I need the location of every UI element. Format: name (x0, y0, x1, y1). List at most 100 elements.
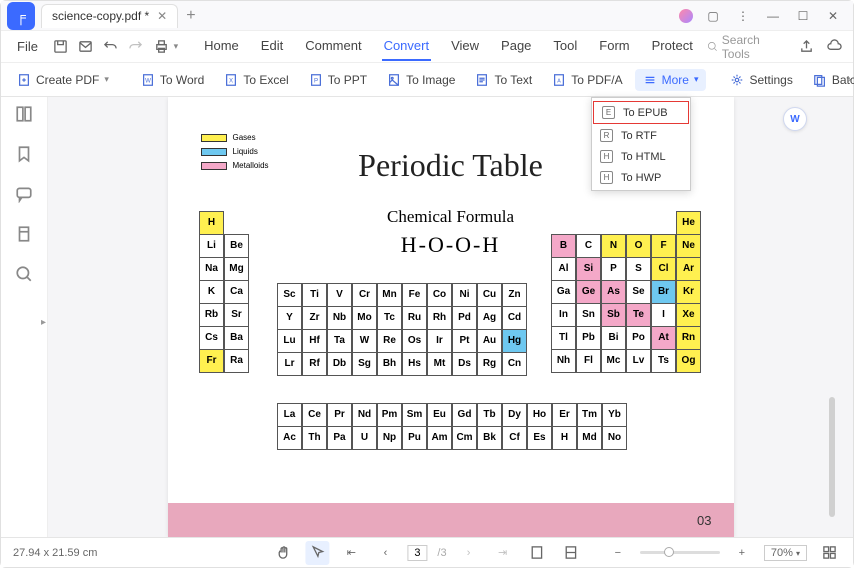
to-html-item[interactable]: HTo HTML (592, 146, 690, 167)
element-Md: Md (577, 426, 602, 450)
element-Nh: Nh (551, 349, 576, 373)
element-Ta: Ta (327, 329, 352, 353)
fit-width-icon[interactable] (559, 541, 583, 565)
hand-tool-icon[interactable] (271, 541, 295, 565)
first-page-icon[interactable]: ⇤ (339, 541, 363, 565)
menu-tab-view[interactable]: View (449, 32, 481, 61)
fit-page-icon[interactable] (525, 541, 549, 565)
zoom-value[interactable]: 70% ▾ (764, 545, 807, 561)
to-excel-button[interactable]: XTo Excel (216, 69, 296, 91)
select-tool-icon[interactable] (305, 541, 329, 565)
menu-tab-page[interactable]: Page (499, 32, 533, 61)
element-Be: Be (224, 234, 249, 258)
menu-tab-form[interactable]: Form (597, 32, 631, 61)
element-Ga: Ga (551, 280, 576, 304)
element-Si: Si (576, 257, 601, 281)
save-icon[interactable] (50, 35, 71, 59)
menu-tabs: Home Edit Comment Convert View Page Tool Form Pr… (202, 32, 695, 61)
page-input[interactable] (407, 545, 427, 561)
create-pdf-button[interactable]: Create PDF▾ (9, 69, 117, 91)
print-dropdown-icon[interactable]: ▾ (174, 41, 179, 52)
element-O: O (626, 234, 651, 258)
element-Pm: Pm (377, 403, 402, 427)
to-ppt-button[interactable]: PTo PPT (301, 69, 375, 91)
menu-tab-home[interactable]: Home (202, 32, 241, 61)
to-pdfa-button[interactable]: ATo PDF/A (544, 69, 630, 91)
element-Y: Y (277, 306, 302, 330)
element-Hs: Hs (402, 352, 427, 376)
settings-button[interactable]: Settings (722, 69, 800, 91)
notification-icon[interactable]: ▢ (699, 5, 727, 27)
element-Bh: Bh (377, 352, 402, 376)
element-F: F (651, 234, 676, 258)
bookmarks-icon[interactable] (15, 145, 33, 163)
element-Na: Na (199, 257, 224, 281)
element-B: B (551, 234, 576, 258)
new-tab-button[interactable]: + (186, 7, 195, 25)
to-word-button[interactable]: WTo Word (133, 69, 212, 91)
to-image-button[interactable]: To Image (379, 69, 463, 91)
element-I: I (651, 303, 676, 327)
more-button[interactable]: More▾ (635, 69, 707, 91)
comments-icon[interactable] (15, 185, 33, 203)
batch-convert-button[interactable]: Batch Conve (805, 69, 854, 91)
ai-icon[interactable] (679, 9, 693, 23)
to-rtf-item[interactable]: RTo RTF (592, 125, 690, 146)
zoom-out-icon[interactable]: − (606, 541, 630, 565)
word-badge[interactable]: W (783, 107, 807, 131)
element-Te: Te (626, 303, 651, 327)
menu-tab-tool[interactable]: Tool (551, 32, 579, 61)
prev-page-icon[interactable]: ‹ (373, 541, 397, 565)
element-Tb: Tb (477, 403, 502, 427)
thumbnails-icon[interactable] (15, 105, 33, 123)
next-page-icon[interactable]: › (457, 541, 481, 565)
element-Cl: Cl (651, 257, 676, 281)
panel-expand-icon[interactable]: ▸ (41, 317, 46, 328)
element-Kr: Kr (676, 280, 701, 304)
element-K: K (199, 280, 224, 304)
scrollbar[interactable] (829, 397, 835, 517)
element-Co: Co (427, 283, 452, 307)
element-Lu: Lu (277, 329, 302, 353)
tab-close-icon[interactable]: ✕ (157, 9, 167, 23)
tab-title: science-copy.pdf * (52, 9, 149, 23)
attachments-icon[interactable] (15, 225, 33, 243)
undo-icon[interactable] (100, 35, 121, 59)
share-icon[interactable] (796, 35, 816, 59)
menu-tab-protect[interactable]: Protect (650, 32, 695, 61)
zoom-in-icon[interactable]: + (730, 541, 754, 565)
cloud-icon[interactable] (825, 35, 845, 59)
menu-tab-convert[interactable]: Convert (382, 32, 432, 61)
element-Fl: Fl (576, 349, 601, 373)
svg-text:P: P (314, 77, 318, 84)
element-Pu: Pu (402, 426, 427, 450)
zoom-slider[interactable] (640, 551, 720, 554)
page-area[interactable]: Gases Liquids Metalloids Periodic Table … (48, 97, 853, 537)
document-tab[interactable]: science-copy.pdf * ✕ (41, 4, 178, 28)
element-Cr: Cr (352, 283, 377, 307)
search-panel-icon[interactable] (15, 265, 33, 283)
element-Sn: Sn (576, 303, 601, 327)
element-Rb: Rb (199, 303, 224, 327)
element-Mc: Mc (601, 349, 626, 373)
to-epub-item[interactable]: ETo EPUB (593, 101, 689, 124)
to-text-button[interactable]: To Text (467, 69, 540, 91)
kebab-menu-icon[interactable]: ⋮ (729, 5, 757, 27)
maximize-button[interactable]: ☐ (789, 5, 817, 27)
file-menu[interactable]: File (9, 35, 46, 58)
ribbon-overflow-icon[interactable]: › (848, 74, 851, 85)
last-page-icon[interactable]: ⇥ (491, 541, 515, 565)
to-hwp-item[interactable]: HTo HWP (592, 167, 690, 188)
redo-icon[interactable] (125, 35, 146, 59)
close-button[interactable]: ✕ (819, 5, 847, 27)
mail-icon[interactable] (75, 35, 96, 59)
element-Ge: Ge (576, 280, 601, 304)
titlebar: ╒ science-copy.pdf * ✕ + ▢ ⋮ — ☐ ✕ (1, 1, 853, 31)
menu-tab-comment[interactable]: Comment (303, 32, 363, 61)
element-Ni: Ni (452, 283, 477, 307)
search-tools[interactable]: Search Tools (699, 31, 788, 63)
menu-tab-edit[interactable]: Edit (259, 32, 285, 61)
view-mode-icon[interactable] (817, 541, 841, 565)
print-icon[interactable] (150, 35, 171, 59)
minimize-button[interactable]: — (759, 5, 787, 27)
